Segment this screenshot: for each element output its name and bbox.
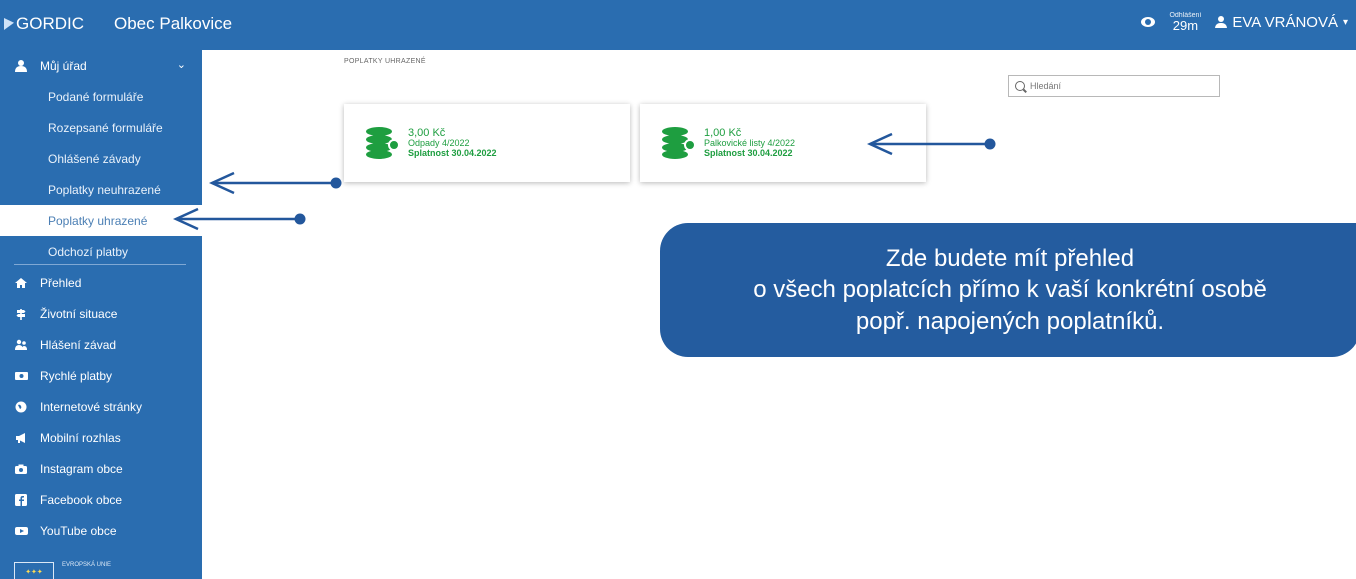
payment-icon [14,369,28,383]
sidebar-item-label: YouTube obce [40,523,117,538]
user-icon [14,59,28,73]
sidebar-item-odchozi-platby[interactable]: Odchozí platby [0,236,202,267]
search-input[interactable]: Hledání [1008,75,1220,97]
sidebar-item-label: Poplatky uhrazené [48,213,148,228]
sidebar-item-label: Životní situace [40,306,118,321]
signpost-icon [14,307,28,321]
sidebar-item-mobilni-rozhlas[interactable]: Mobilní rozhlas [0,422,202,453]
sidebar-item-poplatky-neuhrazene[interactable]: Poplatky neuhrazené [0,174,202,205]
sidebar: Můj úřad ⌄ Podané formuláře Rozepsané fo… [0,50,202,579]
sidebar-item-label: Hlášení závad [40,337,117,352]
user-name: EVA VRÁNOVÁ [1232,13,1338,31]
sidebar-item-label: Přehled [40,275,82,290]
arrow-dot [330,177,342,189]
user-icon [1215,16,1228,28]
arrow-to-neuhrazene [208,171,336,195]
sidebar-item-poplatky-uhrazene[interactable]: Poplatky uhrazené [0,205,202,236]
logout-time: 29m [1172,18,1199,33]
arrow-dot [294,213,306,225]
youtube-icon [14,524,28,538]
logout-label: Odhlášení [1169,12,1202,19]
sidebar-item-label: Mobilní rozhlas [40,430,121,445]
broken-image-icon [4,18,14,30]
fee-card-details: 3,00 Kč Odpady 4/2022 Splatnost 30.04.20… [408,127,497,158]
top-bar: GORDIC Obec Palkovice Odhlášení 29m EVA … [0,0,1356,50]
sidebar-item-facebook-obce[interactable]: Facebook obce [0,484,202,515]
arrow-dot [984,138,996,150]
sidebar-item-podane-formulare[interactable]: Podané formuláře [0,81,202,112]
fee-due-date: Splatnost 30.04.2022 [408,147,497,158]
eu-footer-logo: ✦✦✦ EVROPSKÁ UNIE [14,562,190,579]
facebook-icon [14,493,28,507]
sidebar-item-zivotni-situace[interactable]: Životní situace [0,298,202,329]
globe-icon [14,400,28,414]
sidebar-item-ohlasene-zavady[interactable]: Ohlášené závady [0,143,202,174]
user-menu[interactable]: EVA VRÁNOVÁ ▾ [1215,14,1348,31]
sidebar-item-instagram-obce[interactable]: Instagram obce [0,453,202,484]
brand-logo[interactable]: GORDIC [4,14,84,34]
sidebar-item-label: Poplatky neuhrazené [48,182,161,197]
search-icon [1015,81,1025,91]
eye-icon[interactable] [1141,17,1156,27]
callout-line-1: Zde budete mít přehled [885,245,1135,273]
coins-icon [662,127,696,159]
sidebar-group-muj-urad[interactable]: Můj úřad ⌄ [0,50,202,81]
megaphone-icon [14,431,28,445]
camera-icon [14,462,28,476]
sidebar-item-hlaseni-zavad[interactable]: Hlášení závad [0,329,202,360]
municipality-name: Obec Palkovice [114,14,233,33]
sidebar-item-youtube-obce[interactable]: YouTube obce [0,515,202,546]
callout-line-2: o všech poplatcích přímo k vaší konkrétn… [753,276,1267,304]
callout-line-3: popř. napojených poplatníků. [855,307,1165,335]
top-right-controls: Odhlášení 29m EVA VRÁNOVÁ ▾ [1141,12,1348,32]
sidebar-item-label: Ohlášené závady [48,151,141,166]
chevron-down-icon[interactable]: ⌄ [177,58,186,71]
report-icon [14,338,28,352]
sidebar-item-label: Podané formuláře [48,89,144,104]
sidebar-group-label: Můj úřad [40,58,87,73]
sidebar-item-label: Rychlé platby [40,368,113,383]
sidebar-item-label: Rozepsané formuláře [48,120,163,135]
eu-flag-icon: ✦✦✦ [14,562,54,579]
fee-due-date: Splatnost 30.04.2022 [704,147,793,158]
sidebar-item-label: Facebook obce [40,492,123,507]
home-icon [14,276,28,290]
sidebar-item-internetove-stranky[interactable]: Internetové stránky [0,391,202,422]
search-placeholder: Hledání [1030,81,1062,91]
page-title: POPLATKY UHRAZENÉ [344,58,426,65]
sidebar-divider [14,264,186,265]
fee-card[interactable]: 3,00 Kč Odpady 4/2022 Splatnost 30.04.20… [344,104,630,182]
eu-text: EVROPSKÁ UNIE [62,562,112,568]
logout-timer[interactable]: Odhlášení 29m [1169,12,1201,32]
sidebar-item-rychle-platby[interactable]: Rychlé platby [0,360,202,391]
sidebar-item-label: Instagram obce [40,461,123,476]
brand-name: GORDIC [16,14,84,33]
sidebar-item-label: Internetové stránky [40,399,143,414]
sidebar-item-rozepsane-formulare[interactable]: Rozepsané formuláře [0,112,202,143]
sidebar-item-label: Odchozí platby [48,244,129,259]
fee-card-details: 1,00 Kč Palkovické listy 4/2022 Splatnos… [704,127,795,158]
sidebar-item-prehled[interactable]: Přehled [0,267,202,298]
caret-down-icon: ▾ [1342,16,1348,28]
info-callout: Zde budete mít přehled o všech poplatcíc… [660,223,1356,357]
fee-card[interactable]: 1,00 Kč Palkovické listy 4/2022 Splatnos… [640,104,926,182]
coins-icon [366,127,400,159]
